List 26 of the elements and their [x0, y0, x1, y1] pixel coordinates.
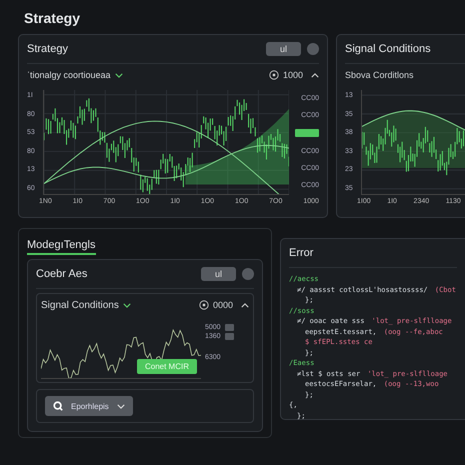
legend-swatch — [224, 333, 234, 340]
card-title: Strategy — [27, 43, 69, 55]
card-title: Error — [289, 247, 314, 259]
collapse-icon[interactable] — [311, 72, 319, 78]
page-title: Strategy — [24, 10, 82, 26]
chevron-icon — [114, 72, 123, 78]
dropdown-button[interactable]: ˈtionalgy coortioueaa — [27, 70, 111, 80]
dropdown-button[interactable]: Signal Conditions — [41, 300, 119, 310]
collapse-icon[interactable] — [241, 302, 249, 308]
card-subtitle: Sbova Corditlons — [345, 70, 414, 80]
target-icon — [268, 70, 279, 80]
chevron-icon — [122, 302, 131, 308]
toggle-button[interactable]: ul — [266, 42, 301, 56]
reading-value: 0000 — [212, 300, 233, 310]
menu-label: Eporhlepis — [71, 402, 109, 410]
menu-button[interactable]: Eporhlepis — [45, 396, 133, 416]
panel-tab[interactable]: ModegıTengls — [27, 239, 96, 255]
target-icon — [198, 300, 209, 310]
card-title: Signal Conditions — [345, 43, 432, 55]
search-icon — [53, 401, 63, 411]
chevron-icon — [116, 404, 125, 408]
card-title: Coebr Aes — [36, 268, 88, 280]
toggle-button[interactable]: ul — [200, 267, 236, 281]
legend-swatch — [224, 324, 234, 331]
price-tag — [295, 129, 319, 138]
reading-value: 1000 — [282, 70, 303, 80]
